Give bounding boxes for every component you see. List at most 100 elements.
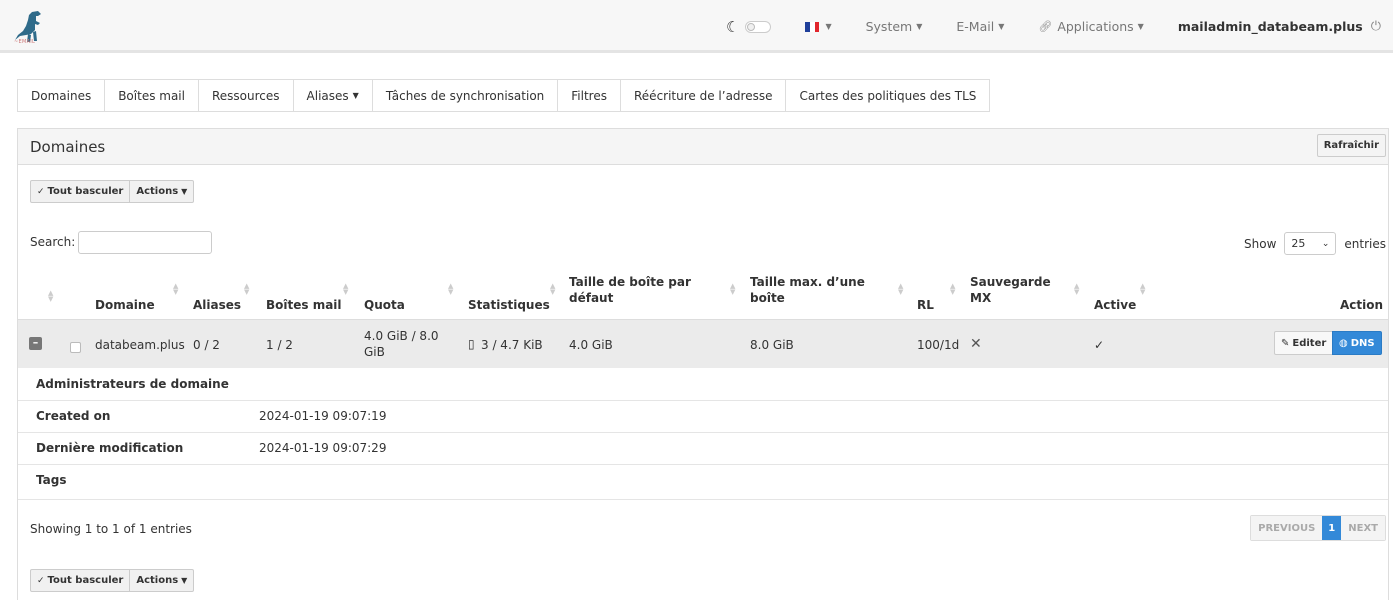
check-icon: ✓ — [1094, 338, 1105, 352]
toggle-all-button[interactable]: ✓ Tout basculer — [31, 570, 129, 591]
cell-quota: 4.0 GiB / 8.0 GiB — [364, 329, 439, 359]
next-page-button[interactable]: NEXT — [1341, 516, 1385, 540]
page-length-value: 25 — [1291, 237, 1306, 250]
nav-email-label: E-Mail — [956, 19, 995, 34]
cell-statistics: 3 / 4.7 KiB — [481, 338, 543, 352]
cell-rl: 100/1d — [917, 338, 960, 352]
moon-icon: ☾ — [725, 17, 740, 36]
user-name[interactable]: mailadmin_databeam.plus — [1178, 19, 1363, 34]
link-icon: 🔗︎ — [1038, 20, 1053, 33]
sort-icon[interactable]: ▲ ▼ — [343, 283, 348, 296]
power-icon[interactable]: ⏻ — [1371, 19, 1381, 34]
domain-tabs: Domaines Boîtes mail Ressources Aliases ▼… — [17, 79, 991, 112]
sort-icon[interactable]: ▲ ▼ — [448, 283, 453, 296]
detail-row: Administrateurs de domaine — [18, 369, 1388, 401]
dns-button[interactable]: ◍ DNS — [1332, 331, 1382, 355]
col-domain[interactable]: Domaine — [95, 297, 155, 313]
sort-icon[interactable]: ▲ ▼ — [730, 283, 735, 296]
detail-key: Tags — [36, 473, 67, 487]
edit-label: Editer — [1292, 337, 1327, 349]
nav-email-menu[interactable]: E-Mail ▼ — [956, 19, 1004, 34]
page-length-control: Show 25 ⌄ entries — [1244, 232, 1386, 255]
col-aliases[interactable]: Aliases — [193, 297, 241, 313]
col-mailboxes[interactable]: Boîtes mail — [266, 297, 342, 313]
tab-taches-synchronisation[interactable]: Tâches de synchronisation — [371, 79, 558, 112]
nav-system-label: System — [865, 19, 913, 34]
col-max-size[interactable]: Taille max. d’une boîte — [750, 274, 880, 306]
col-statistics[interactable]: Statistiques — [468, 297, 550, 313]
actions-dropdown[interactable]: Actions ▼ — [129, 570, 193, 591]
pagination: PREVIOUS 1 NEXT — [1250, 515, 1386, 541]
sort-icon[interactable]: ▲ ▼ — [1074, 283, 1079, 296]
pencil-icon: ✎ — [1281, 337, 1290, 349]
cross-icon: ✕ — [970, 336, 982, 352]
dark-mode-toggle[interactable] — [745, 20, 772, 33]
tab-filtres[interactable]: Filtres — [557, 79, 620, 112]
tab-ressources[interactable]: Ressources — [197, 79, 293, 112]
french-flag-icon[interactable] — [805, 21, 820, 32]
refresh-button[interactable]: Rafraîchir — [1316, 134, 1386, 157]
domains-panel: Domaines Rafraîchir ✓ Tout basculer Actio… — [17, 128, 1389, 600]
search-label: Search: — [30, 235, 76, 249]
detail-row: Tags — [18, 465, 1388, 500]
nav-applications-label: Applications — [1057, 19, 1134, 34]
page-1-button[interactable]: 1 — [1322, 516, 1342, 540]
previous-page-button[interactable]: PREVIOUS — [1251, 516, 1323, 540]
sort-icon[interactable]: ▲ ▼ — [48, 290, 53, 303]
table-row[interactable]: – databeam.plus 0 / 2 1 / 2 4.0 GiB / 8.… — [18, 319, 1388, 368]
detail-key: Dernière modification — [36, 441, 184, 455]
tab-label: Boîtes mail — [118, 88, 185, 103]
nav-applications-menu[interactable]: 🔗︎ Applications ▼ — [1038, 19, 1143, 34]
entries-label: entries — [1344, 236, 1386, 251]
chevron-down-icon: ▼ — [181, 576, 188, 585]
clipboard-icon: ▯ — [468, 337, 475, 351]
page-length-select[interactable]: 25 ⌄ — [1284, 232, 1337, 255]
checkmark-icon: ✓ — [37, 186, 45, 197]
detail-value: 2024-01-19 09:07:19 — [259, 409, 387, 423]
show-label: Show — [1244, 236, 1277, 251]
row-checkbox[interactable] — [70, 342, 81, 353]
col-quota[interactable]: Quota — [364, 297, 405, 313]
col-action: Action — [1340, 298, 1384, 312]
tab-aliases[interactable]: Aliases ▼ — [292, 79, 372, 112]
sort-icon[interactable]: ▲ ▼ — [550, 283, 555, 296]
panel-header: Domaines Rafraîchir — [18, 129, 1388, 165]
chevron-down-icon: ▼ — [181, 187, 188, 196]
tab-label: Cartes des politiques des TLS — [799, 88, 977, 103]
cell-aliases: 0 / 2 — [193, 338, 220, 352]
actions-dropdown[interactable]: Actions ▼ — [129, 181, 193, 202]
sort-icon[interactable]: ▲ ▼ — [173, 283, 178, 296]
col-active[interactable]: Active — [1094, 297, 1136, 313]
cell-mailboxes: 1 / 2 — [266, 338, 293, 352]
tab-tls-policies[interactable]: Cartes des politiques des TLS — [785, 79, 991, 112]
table-info: Showing 1 to 1 of 1 entries — [30, 522, 192, 536]
edit-button[interactable]: ✎ Editer — [1274, 331, 1334, 355]
cell-max-size: 8.0 GiB — [750, 338, 794, 352]
tab-reecriture-adresse[interactable]: Réécriture de l’adresse — [620, 79, 786, 112]
tab-boites-mail[interactable]: Boîtes mail — [104, 79, 198, 112]
bottom-toolbar: ✓ Tout basculer Actions ▼ — [30, 569, 195, 592]
col-default-size[interactable]: Taille de boîte par défaut — [569, 274, 709, 306]
table-header: ▲ ▼ Domaine ▲ ▼ Aliases ▲ ▼ Boîtes mail ▲ ▼ … — [18, 269, 1388, 319]
toggle-all-button[interactable]: ✓ Tout basculer — [31, 181, 129, 202]
top-navbar: ~EMAIL ☾ ▼ System ▼ E-Mail ▼ 🔗︎ Application… — [0, 0, 1393, 53]
tab-domaines[interactable]: Domaines — [17, 79, 105, 112]
collapse-row-icon[interactable]: – — [29, 337, 42, 350]
sort-icon[interactable]: ▲ ▼ — [898, 283, 903, 296]
detail-key: Created on — [36, 409, 111, 423]
col-backup-mx[interactable]: Sauvegarde MX — [970, 274, 1060, 306]
chevron-down-icon[interactable]: ▼ — [825, 22, 831, 31]
actions-label: Actions — [136, 575, 179, 586]
col-rl[interactable]: RL — [917, 297, 934, 313]
sort-icon[interactable]: ▲ ▼ — [1140, 283, 1145, 296]
chevron-down-icon: ▼ — [916, 22, 923, 31]
globe-icon: ◍ — [1339, 337, 1348, 349]
search-input[interactable] — [78, 231, 212, 254]
tab-label: Réécriture de l’adresse — [634, 88, 773, 103]
tab-label: Domaines — [31, 88, 92, 103]
nav-system-menu[interactable]: System ▼ — [866, 19, 923, 34]
chevron-down-icon: ▼ — [352, 91, 359, 100]
toggle-all-label: Tout basculer — [47, 186, 124, 197]
sort-icon[interactable]: ▲ ▼ — [244, 283, 249, 296]
sort-icon[interactable]: ▲ ▼ — [950, 283, 955, 296]
